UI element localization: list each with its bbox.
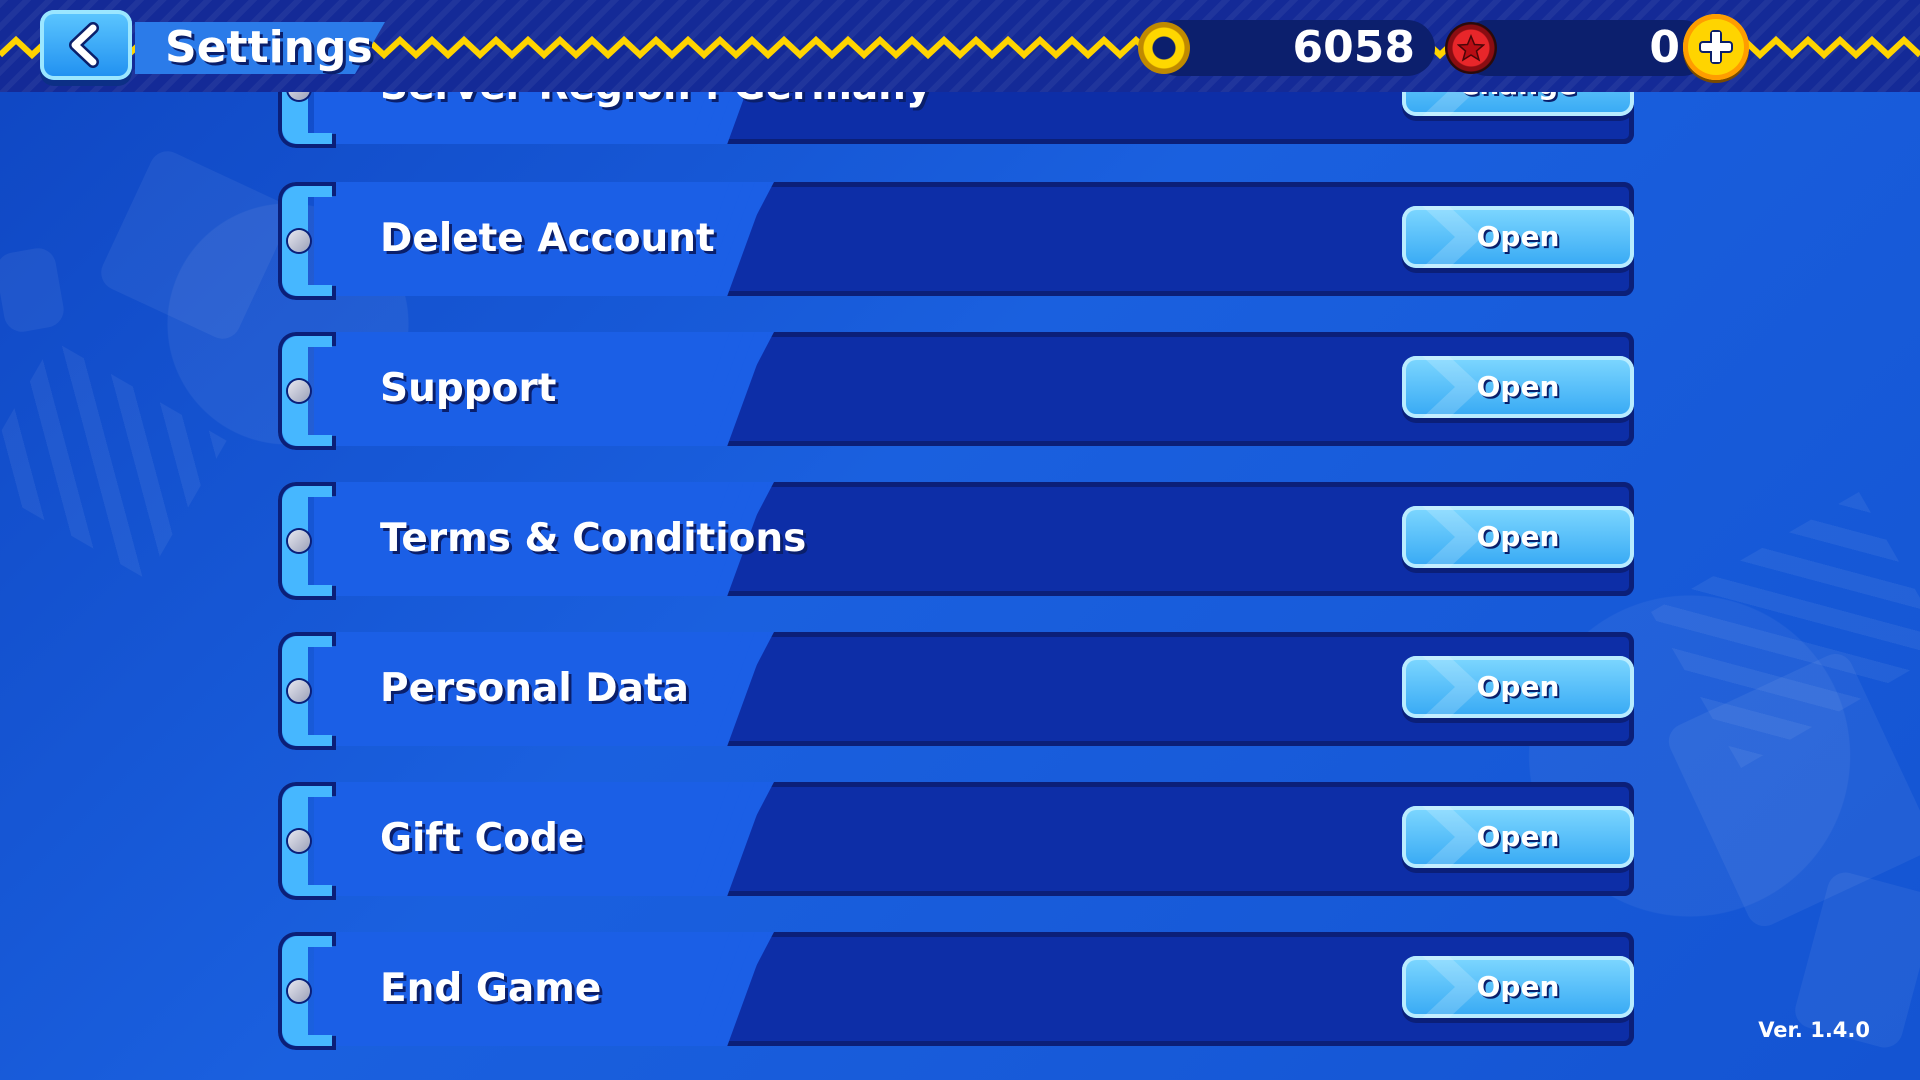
red-star-ring-icon xyxy=(1445,22,1497,74)
coin-count: 6058 xyxy=(1292,22,1415,73)
button-label: Open xyxy=(1476,820,1560,853)
settings-row-delete-account: Delete Account Open xyxy=(278,182,1636,300)
row-panel: Gift Code Open xyxy=(314,782,1634,896)
button-label: Open xyxy=(1476,670,1560,703)
bullet-icon xyxy=(288,380,310,402)
chevron-left-icon xyxy=(69,22,99,68)
open-button[interactable]: Open xyxy=(1402,506,1634,568)
bullet-icon xyxy=(288,830,310,852)
settings-row-end-game: End Game Open xyxy=(278,932,1636,1050)
background-shape xyxy=(0,245,67,335)
row-label: Personal Data xyxy=(380,666,689,711)
button-label: Open xyxy=(1476,370,1560,403)
settings-row-personal-data: Personal Data Open xyxy=(278,632,1636,750)
open-button[interactable]: Open xyxy=(1402,356,1634,418)
open-button[interactable]: Open xyxy=(1402,956,1634,1018)
gold-ring-icon xyxy=(1138,22,1190,74)
row-panel: Terms & Conditions Open xyxy=(314,482,1634,596)
settings-row-support: Support Open xyxy=(278,332,1636,450)
open-button[interactable]: Open xyxy=(1402,656,1634,718)
version-label: Ver. 1.4.0 xyxy=(1758,1018,1870,1042)
open-button[interactable]: Open xyxy=(1402,206,1634,268)
bullet-icon xyxy=(288,530,310,552)
plus-icon xyxy=(1699,30,1733,64)
settings-list: Server Region : Germany Change Delete Ac… xyxy=(278,0,1636,1080)
background-shape xyxy=(0,340,227,580)
settings-row-terms-conditions: Terms & Conditions Open xyxy=(278,482,1636,600)
red-star-ring-count: 0 xyxy=(1649,22,1680,73)
row-panel: Personal Data Open xyxy=(314,632,1634,746)
button-label: Open xyxy=(1476,520,1560,553)
row-label: Delete Account xyxy=(380,216,715,261)
row-panel: Support Open xyxy=(314,332,1634,446)
page-title: Settings xyxy=(165,22,373,73)
bullet-icon xyxy=(288,680,310,702)
row-label: Support xyxy=(380,366,557,411)
row-label: Terms & Conditions xyxy=(380,516,807,561)
row-label: Gift Code xyxy=(380,816,585,861)
bullet-icon xyxy=(288,230,310,252)
row-panel: End Game Open xyxy=(314,932,1634,1046)
settings-row-gift-code: Gift Code Open xyxy=(278,782,1636,900)
back-button[interactable] xyxy=(40,10,132,80)
button-label: Open xyxy=(1476,220,1560,253)
row-panel: Delete Account Open xyxy=(314,182,1634,296)
open-button[interactable]: Open xyxy=(1402,806,1634,868)
button-label: Open xyxy=(1476,970,1560,1003)
bullet-icon xyxy=(288,980,310,1002)
star-icon xyxy=(1457,34,1485,62)
background-shape xyxy=(95,145,295,345)
row-label: End Game xyxy=(380,966,602,1011)
add-currency-button[interactable] xyxy=(1683,14,1749,80)
